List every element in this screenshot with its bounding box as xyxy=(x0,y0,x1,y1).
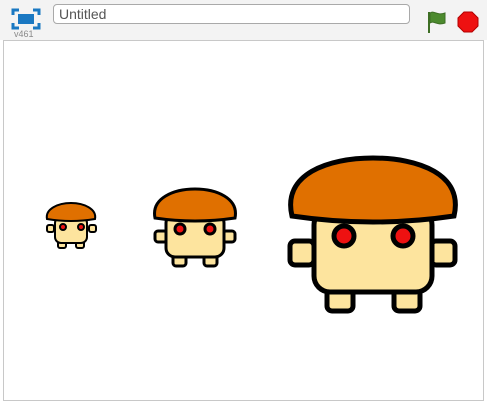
version-label: v461 xyxy=(14,29,34,39)
stop-sign-icon xyxy=(457,11,479,33)
stage-canvas[interactable] xyxy=(3,40,484,401)
fullscreen-icon xyxy=(11,8,41,30)
scratch-player: v461 xyxy=(0,0,487,405)
fullscreen-button[interactable] xyxy=(11,8,41,30)
player-toolbar: v461 xyxy=(0,0,487,40)
green-flag-icon xyxy=(428,11,446,33)
project-title-input[interactable] xyxy=(53,4,410,24)
mushroom-sprite-small[interactable] xyxy=(44,199,100,253)
mushroom-sprite-medium[interactable] xyxy=(152,184,242,268)
green-flag-button[interactable] xyxy=(425,10,447,34)
mushroom-sprite-large[interactable] xyxy=(286,154,462,314)
stop-button[interactable] xyxy=(457,11,479,33)
